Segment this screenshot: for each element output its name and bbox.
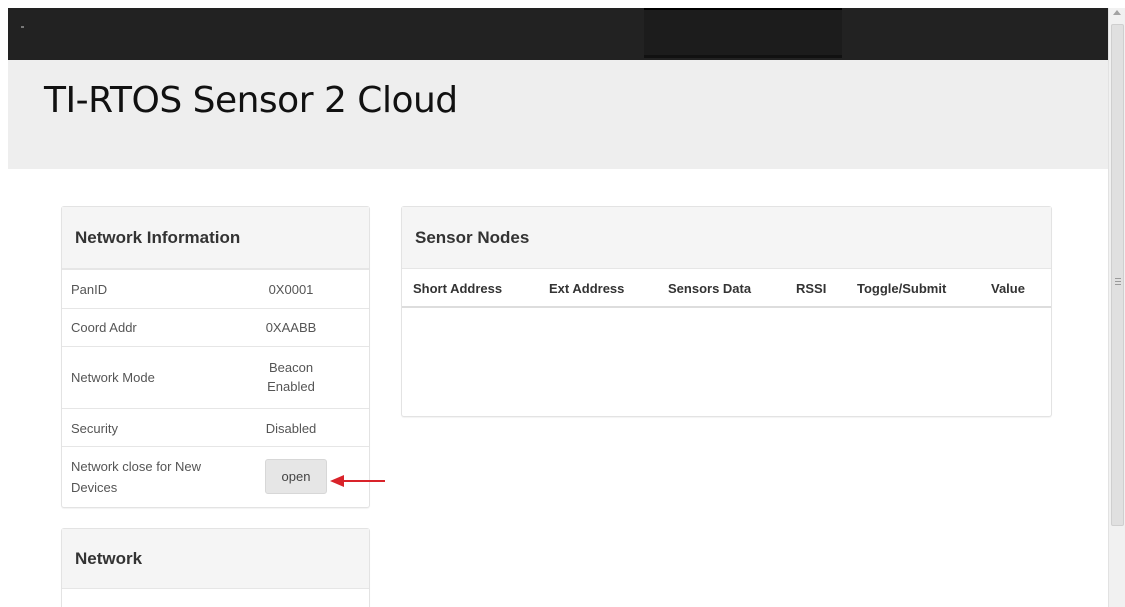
info-value: 0X0001 [268, 282, 314, 297]
info-value: 0XAABB [265, 320, 317, 335]
info-label: Security [71, 421, 118, 436]
info-row-network-join: Network close for New Devices open [62, 446, 369, 507]
open-network-button[interactable]: open [265, 459, 327, 494]
info-label-line1: Network close for New [71, 459, 202, 474]
navbar [8, 8, 1108, 60]
info-value: Disabled [265, 421, 317, 436]
column-header-short-address: Short Address [413, 281, 503, 296]
column-header-value: Value [991, 281, 1025, 296]
header-banner: TI-RTOS Sensor 2 Cloud [8, 60, 1108, 169]
sensor-nodes-panel: Sensor Nodes Short Address Ext Address S… [401, 206, 1052, 417]
info-row-security: Security Disabled [62, 408, 369, 446]
network-information-heading: Network Information [62, 207, 369, 269]
column-header-sensors-data: Sensors Data [668, 281, 752, 296]
info-row-coord-addr: Coord Addr 0XAABB [62, 308, 369, 346]
network-information-panel: Network Information PanID 0X0001 Coord A… [61, 206, 370, 508]
page-title: TI-RTOS Sensor 2 Cloud [44, 80, 458, 121]
sensor-table-header: Short Address Ext Address Sensors Data R… [402, 269, 1051, 308]
info-row-network-mode: Network Mode Beacon Enabled [62, 346, 369, 408]
scroll-up-arrow-icon[interactable] [1113, 10, 1121, 15]
column-header-rssi: RSSI [796, 281, 827, 296]
network-heading: Network [62, 529, 369, 589]
info-label: Coord Addr [71, 320, 137, 335]
sensor-nodes-heading: Sensor Nodes [402, 207, 1051, 269]
info-row-panid: PanID 0X0001 [62, 269, 369, 308]
window-frame [0, 0, 8, 607]
red-arrow-icon [330, 475, 385, 487]
navbar-active-tab[interactable] [644, 8, 842, 58]
network-panel: Network [61, 528, 370, 607]
info-label: Network Mode [71, 370, 155, 385]
info-value-line2: Enabled [267, 379, 315, 394]
navbar-marker [21, 26, 24, 28]
info-label: PanID [71, 282, 108, 297]
scrollbar-thumb[interactable] [1111, 24, 1124, 526]
info-label-line2: Devices [71, 480, 118, 495]
info-value-line1: Beacon [268, 360, 314, 375]
column-header-toggle-submit: Toggle/Submit [857, 281, 947, 296]
column-header-ext-address: Ext Address [549, 281, 625, 296]
vertical-scrollbar[interactable] [1108, 8, 1125, 607]
grip-icon [1115, 278, 1121, 285]
